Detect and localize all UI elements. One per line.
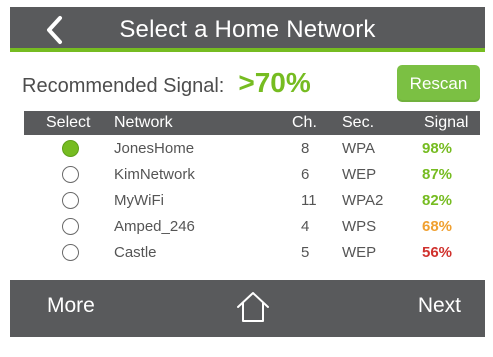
recommended-signal-label: Recommended Signal:: [22, 75, 225, 97]
screen: Select a Home Network Recommended Signal…: [10, 7, 485, 337]
network-signal: 87%: [422, 166, 453, 183]
table-row[interactable]: MyWiFi 11 WPA2 82%: [24, 188, 480, 214]
network-security: WPA: [342, 140, 376, 157]
network-name: KimNetwork: [114, 166, 195, 183]
network-channel: 8: [301, 140, 310, 157]
column-header-select: Select: [46, 114, 91, 131]
recommended-signal: Recommended Signal: >70%: [22, 67, 311, 98]
network-security: WEP: [342, 166, 377, 183]
column-header-network: Network: [114, 114, 173, 131]
network-signal: 56%: [422, 244, 453, 261]
next-button[interactable]: Next: [418, 294, 461, 318]
network-name: Amped_246: [114, 218, 195, 235]
network-channel: 5: [301, 244, 310, 261]
accent-line: [10, 48, 485, 52]
radio-button[interactable]: [62, 192, 79, 209]
network-name: JonesHome: [114, 140, 195, 157]
radio-button[interactable]: [62, 140, 79, 157]
table-row[interactable]: Castle 5 WEP 56%: [24, 240, 480, 266]
network-signal: 68%: [422, 218, 453, 235]
table-row[interactable]: JonesHome 8 WPA 98%: [24, 136, 480, 162]
network-security: WEP: [342, 244, 377, 261]
network-security: WPS: [342, 218, 377, 235]
network-channel: 6: [301, 166, 310, 183]
table-row[interactable]: KimNetwork 6 WEP 87%: [24, 162, 480, 188]
home-button[interactable]: [235, 290, 271, 324]
page-title: Select a Home Network: [119, 16, 376, 43]
column-header-channel: Ch.: [292, 114, 317, 131]
network-name: MyWiFi: [114, 192, 164, 209]
top-bar: Select a Home Network: [10, 7, 485, 52]
network-signal: 82%: [422, 192, 453, 209]
bottom-bar: More Next: [10, 280, 485, 337]
network-channel: 4: [301, 218, 310, 235]
table-header: Select Network Ch. Sec. Signal: [24, 111, 480, 135]
column-header-security: Sec.: [342, 114, 375, 131]
home-icon: [237, 292, 269, 322]
rescan-button[interactable]: Rescan: [397, 65, 480, 102]
network-security: WPA2: [342, 192, 384, 209]
network-name: Castle: [114, 244, 157, 261]
radio-button[interactable]: [62, 218, 79, 235]
more-button[interactable]: More: [47, 294, 95, 318]
column-header-signal: Signal: [424, 114, 469, 131]
radio-button[interactable]: [62, 244, 79, 261]
radio-button[interactable]: [62, 166, 79, 183]
network-channel: 11: [301, 192, 317, 209]
recommended-signal-value: >70%: [238, 67, 311, 98]
network-signal: 98%: [422, 140, 453, 157]
table-row[interactable]: Amped_246 4 WPS 68%: [24, 214, 480, 240]
